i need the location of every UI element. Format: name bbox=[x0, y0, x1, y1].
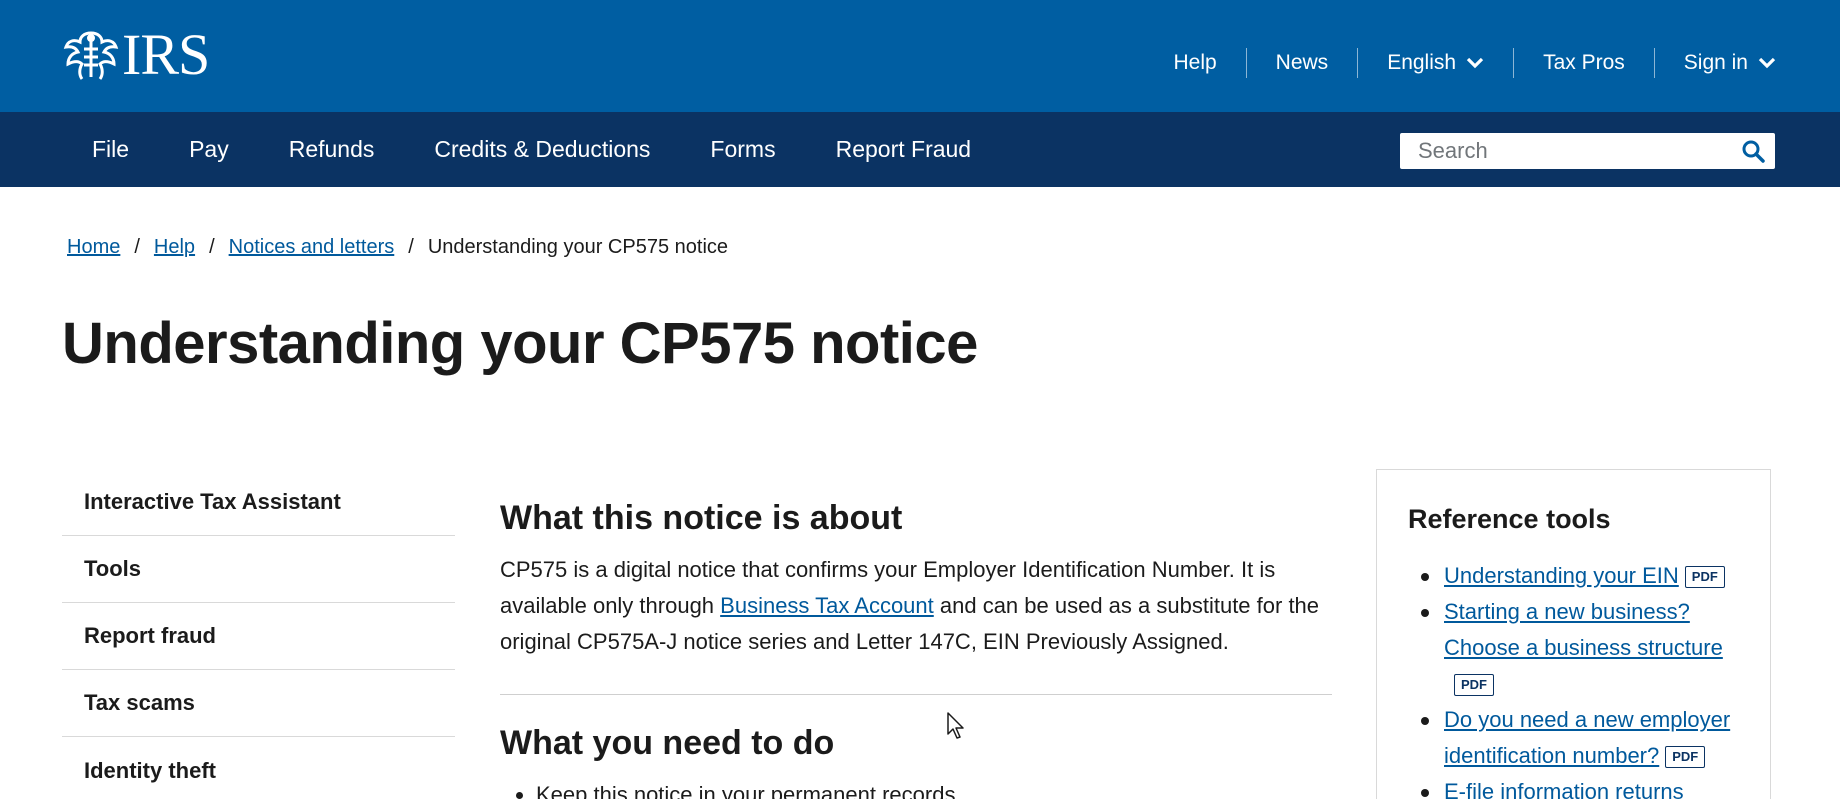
logo-wordmark: IRS bbox=[122, 22, 210, 87]
eagle-icon bbox=[63, 31, 119, 80]
reference-tools-list: Understanding your EIN PDF Starting a new… bbox=[1408, 558, 1748, 799]
util-news-label: News bbox=[1275, 51, 1329, 74]
search-input[interactable] bbox=[1400, 134, 1730, 168]
list-item: Keep this notice in your permanent recor… bbox=[536, 777, 1332, 799]
search-icon[interactable] bbox=[1741, 139, 1765, 163]
understanding-ein-link[interactable]: Understanding your EIN bbox=[1444, 563, 1679, 588]
section-heading-about: What this notice is about bbox=[500, 499, 903, 537]
list-item: E-file information returns bbox=[1408, 774, 1748, 799]
reference-tools-title: Reference tools bbox=[1408, 504, 1611, 534]
starting-new-business-link[interactable]: Starting a new business? Choose a busine… bbox=[1444, 599, 1723, 660]
util-taxpros-link[interactable]: Tax Pros bbox=[1513, 48, 1654, 78]
section-about-text: CP575 is a digital notice that confirms … bbox=[500, 552, 1332, 660]
sidebar-item-identity-theft[interactable]: Identity theft bbox=[62, 737, 455, 799]
sidebar-item-tools[interactable]: Tools bbox=[62, 536, 455, 603]
business-tax-account-link[interactable]: Business Tax Account bbox=[720, 593, 934, 618]
chevron-down-icon bbox=[1466, 57, 1484, 69]
search-box bbox=[1400, 133, 1775, 169]
list-item: Understanding your EIN PDF bbox=[1408, 558, 1748, 594]
nav-credits-deductions[interactable]: Credits & Deductions bbox=[404, 136, 680, 163]
breadcrumb-current: Understanding your CP575 notice bbox=[427, 236, 729, 258]
breadcrumb-help[interactable]: Help bbox=[154, 236, 195, 259]
breadcrumb: Home / Help / Notices and letters / Unde… bbox=[67, 236, 728, 259]
nav-report-fraud[interactable]: Report Fraud bbox=[806, 136, 1002, 163]
util-help-label: Help bbox=[1173, 51, 1217, 74]
util-taxpros-label: Tax Pros bbox=[1543, 51, 1625, 74]
sign-in-dropdown[interactable]: Sign in bbox=[1653, 48, 1776, 78]
list-item: Do you need a new employer identificatio… bbox=[1408, 702, 1748, 774]
pdf-badge: PDF bbox=[1454, 674, 1494, 697]
sign-in-label: Sign in bbox=[1683, 51, 1748, 74]
page-title: Understanding your CP575 notice bbox=[62, 311, 978, 376]
mouse-cursor-icon bbox=[947, 712, 964, 739]
nav-pay[interactable]: Pay bbox=[159, 136, 259, 163]
nav-file[interactable]: File bbox=[62, 136, 159, 163]
reference-tools-box: Reference tools Understanding your EIN PD… bbox=[1376, 469, 1771, 799]
util-help-link[interactable]: Help bbox=[1144, 48, 1245, 78]
sidebar-item-interactive-tax-assistant[interactable]: Interactive Tax Assistant bbox=[62, 469, 455, 536]
irs-logo[interactable]: IRS bbox=[62, 22, 210, 87]
util-news-link[interactable]: News bbox=[1245, 48, 1358, 78]
nav-forms[interactable]: Forms bbox=[680, 136, 805, 163]
breadcrumb-separator: / bbox=[209, 236, 215, 258]
site-header: IRS Help News English Tax Pros Sign in bbox=[0, 0, 1840, 112]
breadcrumb-home[interactable]: Home bbox=[67, 236, 120, 259]
pdf-badge: PDF bbox=[1684, 566, 1725, 589]
breadcrumb-separator: / bbox=[408, 236, 414, 258]
what-to-do-list: Keep this notice in your permanent recor… bbox=[500, 777, 1332, 799]
utility-nav: Help News English Tax Pros Sign in bbox=[1144, 48, 1776, 78]
nav-refunds[interactable]: Refunds bbox=[259, 136, 405, 163]
pdf-badge: PDF bbox=[1665, 746, 1706, 769]
main-content: What this notice is about CP575 is a dig… bbox=[500, 496, 1332, 799]
efile-information-returns-link[interactable]: E-file information returns bbox=[1444, 779, 1684, 799]
sidebar-item-tax-scams[interactable]: Tax scams bbox=[62, 670, 455, 737]
section-divider bbox=[500, 694, 1332, 695]
side-nav: Interactive Tax Assistant Tools Report f… bbox=[62, 469, 455, 799]
breadcrumb-notices-letters[interactable]: Notices and letters bbox=[229, 236, 395, 259]
language-dropdown[interactable]: English bbox=[1357, 48, 1513, 78]
list-item: Starting a new business? Choose a busine… bbox=[1408, 594, 1748, 702]
chevron-down-icon bbox=[1758, 57, 1776, 69]
language-label: English bbox=[1387, 51, 1457, 74]
sidebar-item-report-fraud[interactable]: Report fraud bbox=[62, 603, 455, 670]
breadcrumb-separator: / bbox=[134, 236, 140, 258]
section-heading-what-to-do: What you need to do bbox=[500, 724, 835, 762]
